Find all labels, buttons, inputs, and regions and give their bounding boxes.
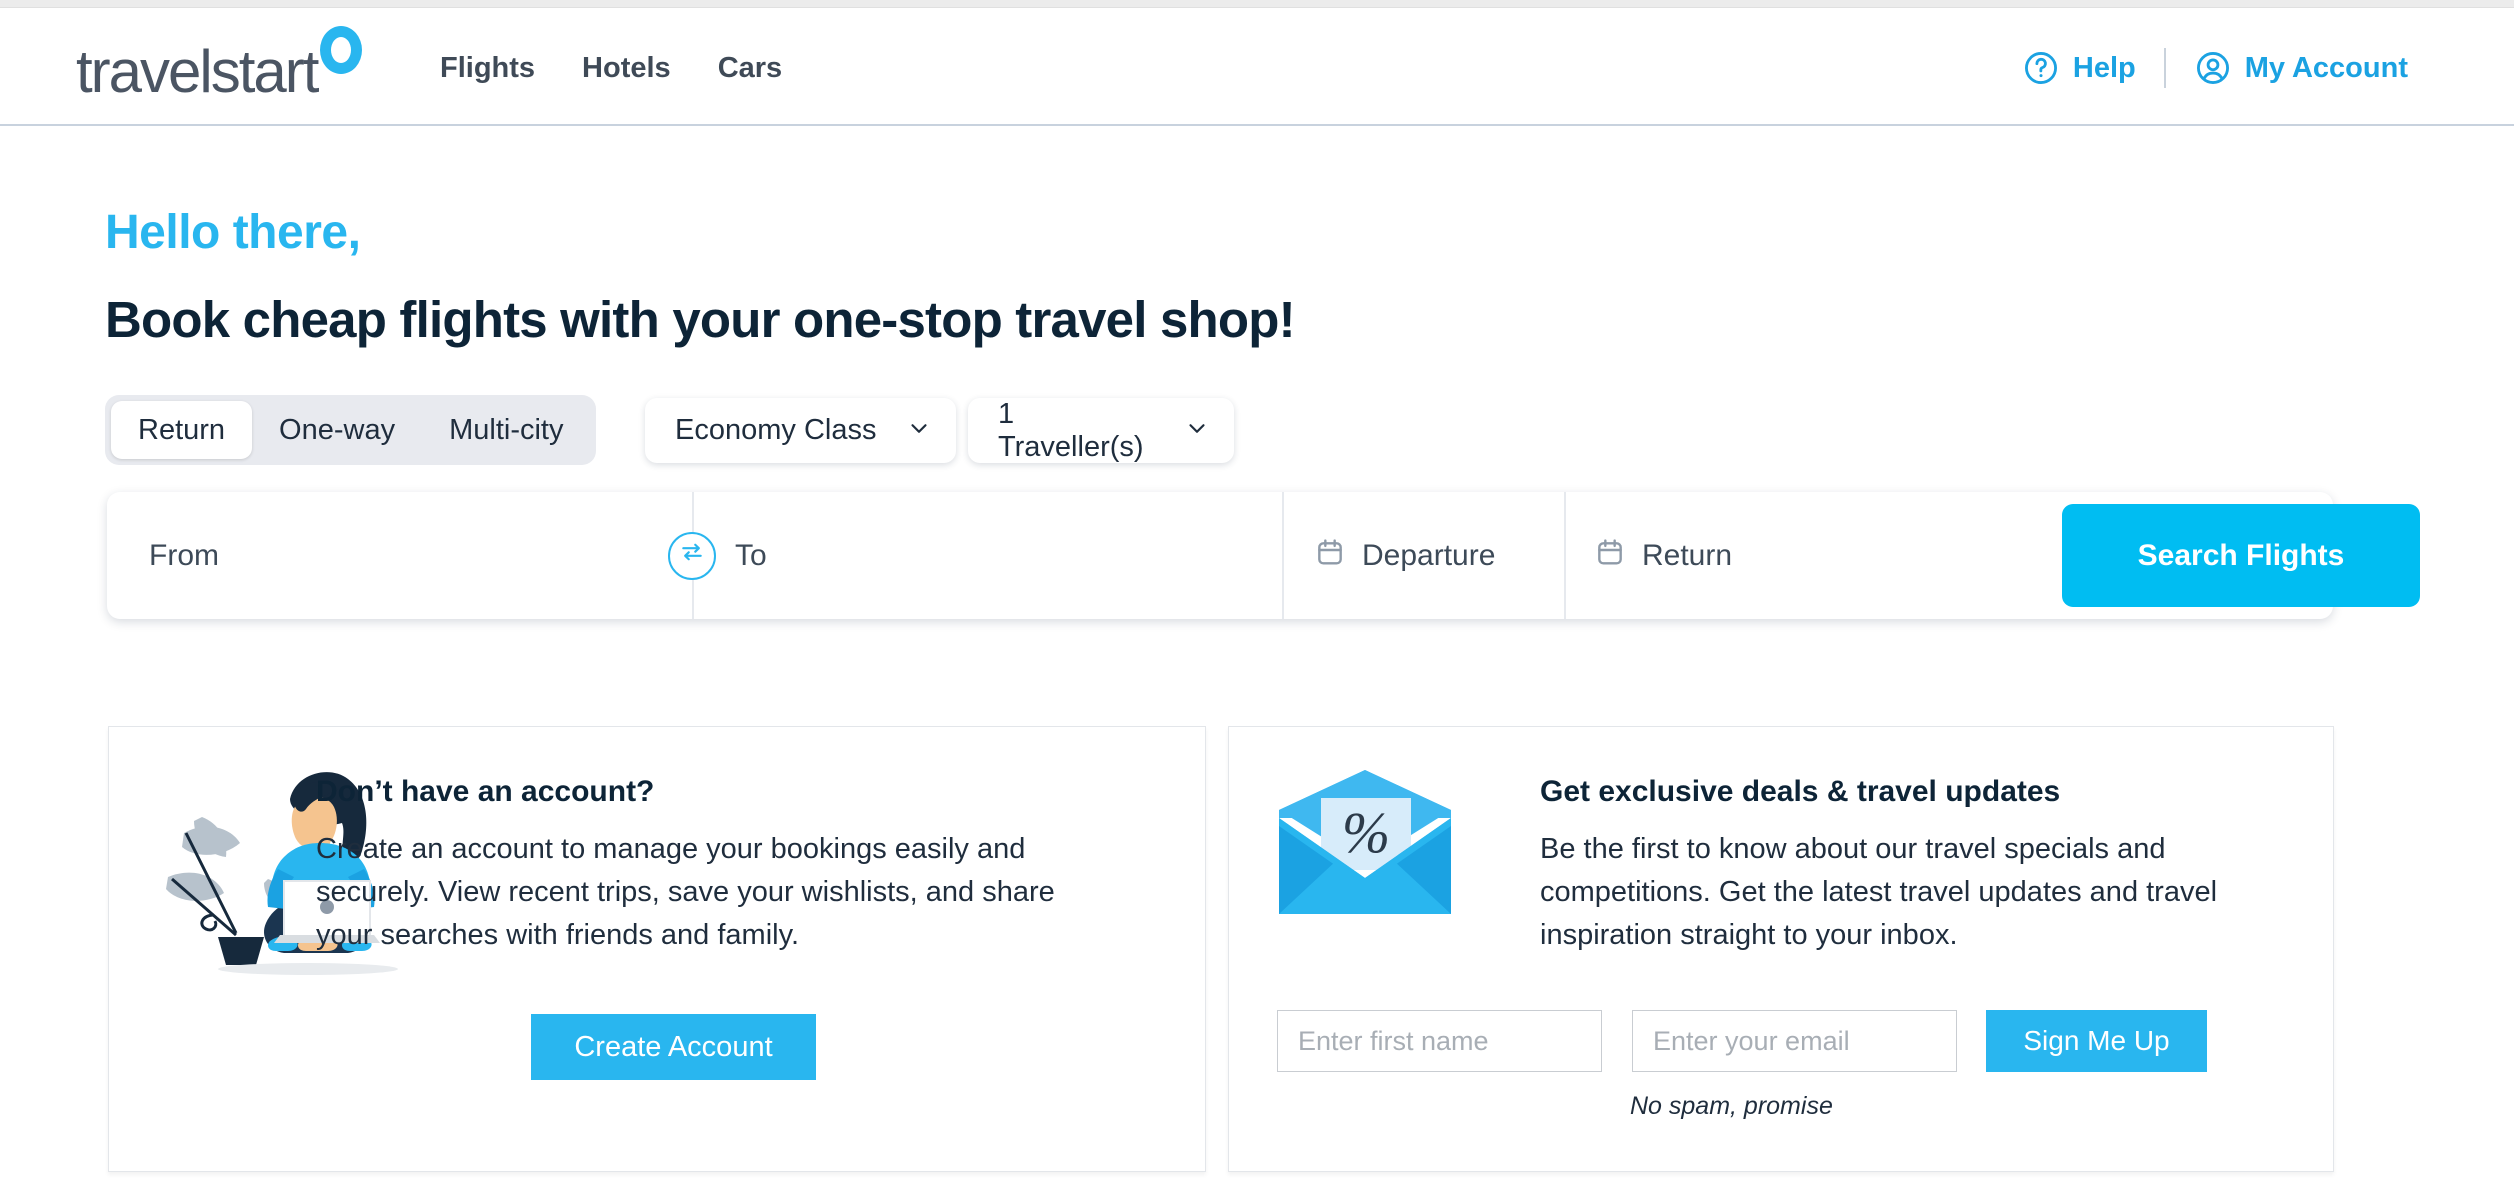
logo-wordmark: travelstart: [76, 38, 319, 105]
my-account-link[interactable]: My Account: [2194, 49, 2408, 87]
swap-airports-button[interactable]: [668, 531, 716, 580]
svg-text:%: %: [1342, 800, 1390, 865]
chevron-down-icon: [1184, 415, 1210, 446]
newsletter-body: Be the first to know about our travel sp…: [1540, 833, 2218, 951]
page-root: travelstart Flights Hotels Cars Help My …: [0, 0, 2514, 1198]
destination-placeholder: To: [735, 538, 767, 572]
help-link[interactable]: Help: [2022, 49, 2136, 87]
destination-input[interactable]: To: [668, 492, 1282, 619]
main-nav: Flights Hotels Cars: [440, 52, 782, 85]
nav-item-flights[interactable]: Flights: [440, 52, 535, 85]
create-account-button[interactable]: Create Account: [531, 1014, 816, 1080]
nav-item-hotels[interactable]: Hotels: [582, 52, 671, 85]
search-flights-button[interactable]: Search Flights: [2062, 504, 2420, 607]
user-circle-icon: [2194, 49, 2232, 87]
travellers-select[interactable]: 1 Traveller(s): [968, 398, 1234, 463]
chevron-down-icon: [906, 415, 932, 446]
newsletter-disclaimer: No spam, promise: [1630, 1092, 1833, 1120]
travellers-value: 1 Traveller(s): [998, 397, 1144, 463]
return-placeholder: Return: [1642, 538, 1733, 572]
origin-placeholder: From: [149, 538, 219, 572]
tab-return[interactable]: Return: [111, 401, 253, 459]
tab-multi-city[interactable]: Multi-city: [422, 401, 590, 459]
first-name-input[interactable]: [1277, 1010, 1602, 1072]
nav-item-cars[interactable]: Cars: [718, 52, 783, 85]
question-circle-icon: [2022, 49, 2060, 87]
sign-me-up-button[interactable]: Sign Me Up: [1986, 1010, 2207, 1072]
travelstart-logo[interactable]: travelstart: [76, 26, 363, 102]
header-divider: [2163, 48, 2166, 88]
calendar-icon: [1594, 536, 1626, 576]
create-account-body: Create an account to manage your booking…: [316, 833, 1055, 951]
help-label: Help: [2072, 51, 2136, 84]
newsletter-title: Get exclusive deals & travel updates: [1540, 775, 2061, 808]
flight-search-bar: From To Departure Return Search Flights: [107, 492, 2420, 619]
page-title: Book cheap flights with your one-stop tr…: [105, 291, 1296, 348]
email-input[interactable]: [1632, 1010, 1957, 1072]
departure-date-input[interactable]: Departure: [1282, 492, 1564, 619]
cabin-class-value: Economy Class: [675, 414, 877, 446]
swap-arrows-icon: [679, 539, 705, 573]
departure-placeholder: Departure: [1362, 538, 1496, 572]
envelope-percent-icon: %: [1275, 768, 1455, 918]
tab-one-way[interactable]: One-way: [252, 401, 422, 459]
cabin-class-select[interactable]: Economy Class: [645, 398, 956, 463]
return-date-input[interactable]: Return: [1564, 492, 1842, 619]
site-header: travelstart Flights Hotels Cars Help My …: [0, 8, 2514, 126]
header-actions: Help My Account: [2022, 48, 2408, 88]
origin-input[interactable]: From: [107, 492, 692, 619]
greeting-text: Hello there,: [105, 206, 361, 259]
logo-ring-icon: [320, 26, 363, 74]
create-account-title: Don’t have an account?: [316, 775, 655, 808]
trip-type-tabs: Return One-way Multi-city: [105, 395, 597, 465]
my-account-label: My Account: [2244, 51, 2408, 84]
browser-top-strip: [0, 0, 2514, 8]
calendar-icon: [1314, 536, 1346, 576]
